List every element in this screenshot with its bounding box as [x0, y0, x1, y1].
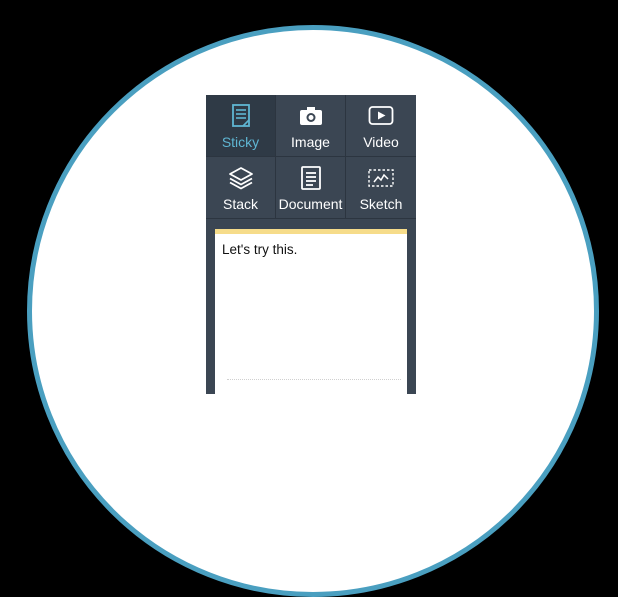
image-tool-label: Image: [291, 134, 330, 150]
sketch-tool-button[interactable]: Sketch: [346, 157, 416, 219]
document-tool-label: Document: [278, 196, 343, 212]
sticky-note-icon: [231, 104, 250, 127]
document-tool-button[interactable]: Document: [276, 157, 346, 219]
layers-icon: [228, 167, 253, 190]
document-icon: [300, 166, 321, 190]
sticky-tool-label: Sticky: [221, 134, 260, 150]
image-tool-button[interactable]: Image: [276, 95, 346, 157]
play-icon: [368, 106, 394, 125]
sketch-icon: [368, 169, 394, 187]
sticky-note-divider: [227, 379, 401, 380]
sticky-note[interactable]: Let's try this.: [215, 229, 407, 404]
content-type-toolbar: Sticky Image Video Stack Document Sketch: [206, 95, 416, 219]
stack-tool-label: Stack: [222, 196, 258, 212]
video-tool-button[interactable]: Video: [346, 95, 416, 157]
camera-icon: [299, 107, 322, 125]
sketch-tool-label: Sketch: [359, 196, 403, 212]
stack-tool-button[interactable]: Stack: [206, 157, 276, 219]
sticky-editor-area: Let's try this.: [206, 219, 416, 404]
sticky-tool-button[interactable]: Sticky: [206, 95, 276, 157]
sticky-note-text[interactable]: Let's try this.: [222, 242, 297, 257]
add-content-panel: Sticky Image Video Stack Document Sketch…: [206, 95, 416, 404]
video-tool-label: Video: [363, 134, 399, 150]
